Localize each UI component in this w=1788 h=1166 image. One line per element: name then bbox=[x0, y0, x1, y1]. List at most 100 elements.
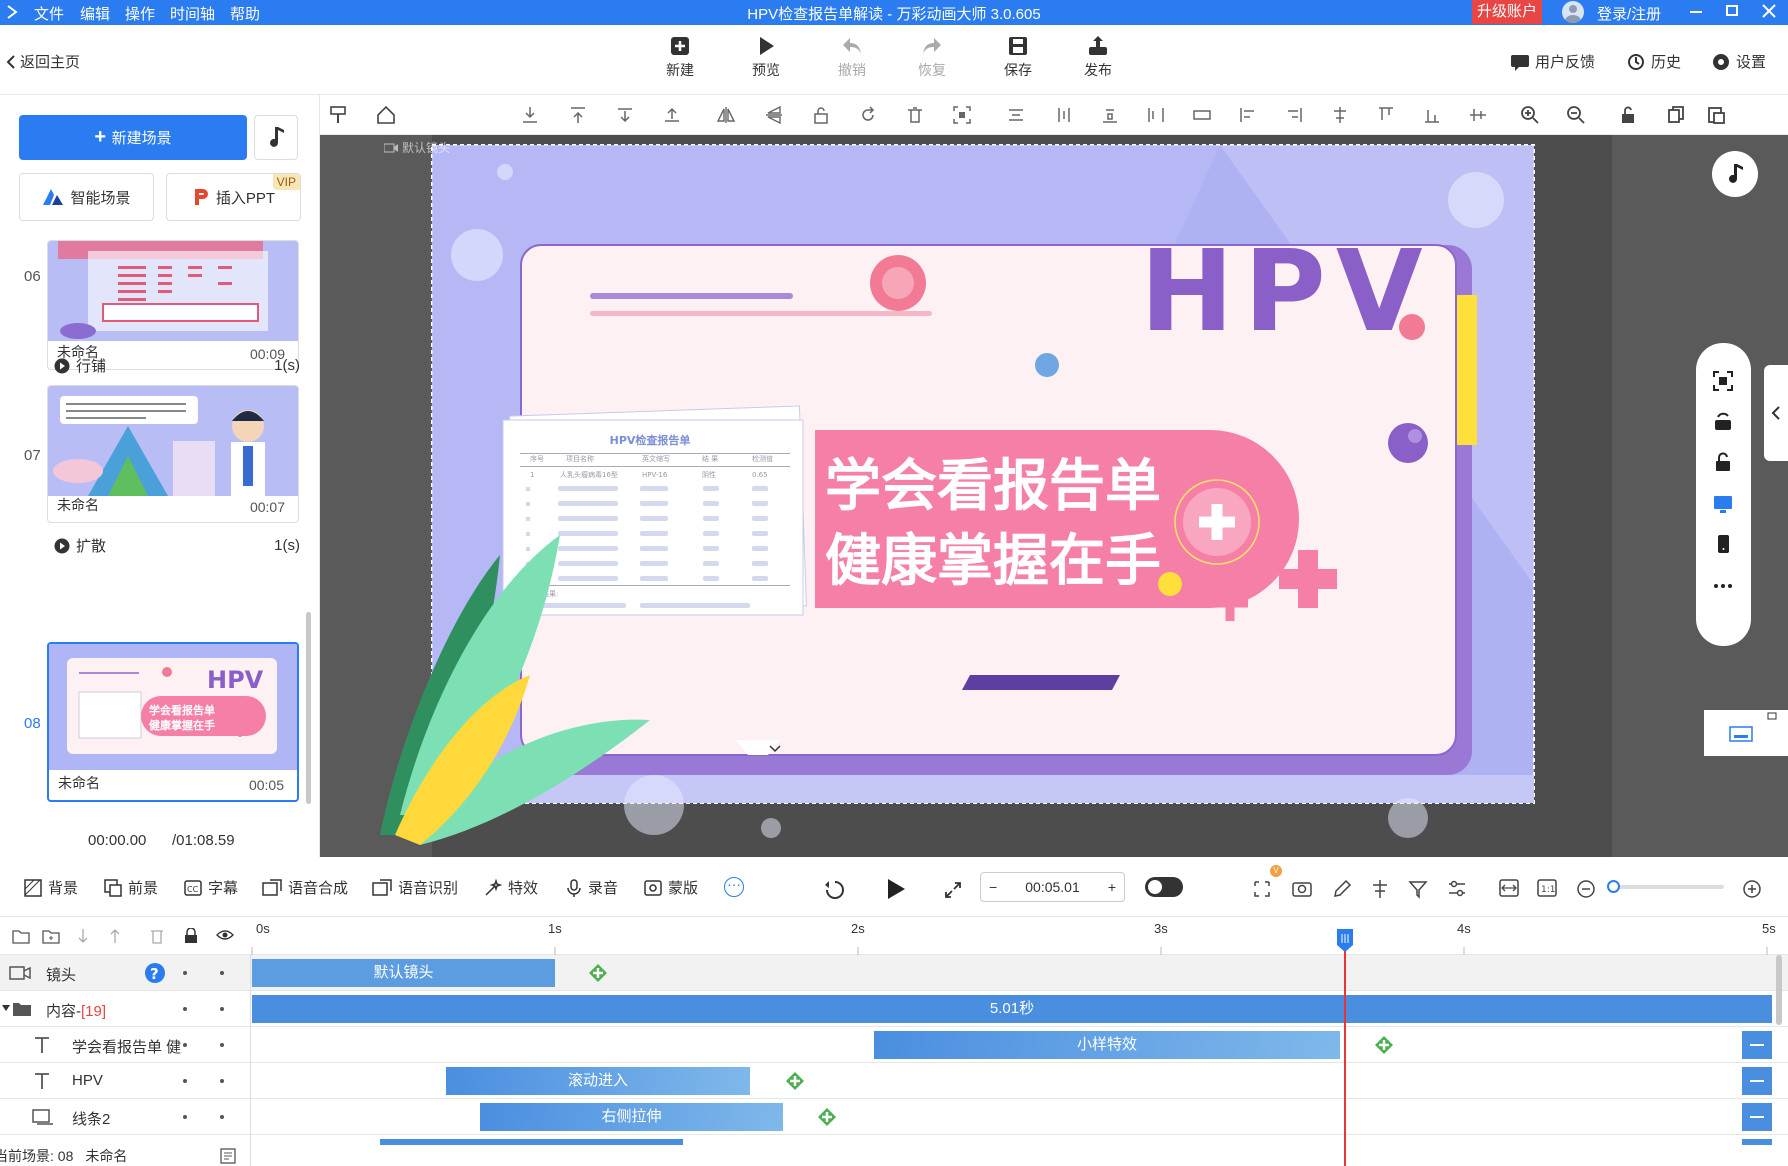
asr-button[interactable]: 语音识别 bbox=[372, 877, 458, 898]
actual-size-icon[interactable]: 1:1 bbox=[1537, 879, 1557, 897]
preview-button[interactable]: 预览 bbox=[736, 35, 796, 80]
track-lock-dot[interactable] bbox=[183, 1043, 187, 1047]
collapse-panel-tab[interactable] bbox=[1764, 365, 1788, 461]
foreground-button[interactable]: 前景 bbox=[104, 877, 158, 898]
distribute-vertical-icon[interactable] bbox=[1054, 105, 1074, 125]
partial-clip[interactable] bbox=[380, 1139, 683, 1145]
track-lock-dot[interactable] bbox=[183, 1079, 187, 1083]
add-keyframe-icon[interactable] bbox=[786, 1072, 804, 1090]
add-keyframe-icon[interactable] bbox=[589, 964, 607, 982]
upgrade-button[interactable]: 升级账户 bbox=[1472, 0, 1542, 24]
time-ruler[interactable]: 0s 1s 2s 3s 4s 5s bbox=[250, 917, 1788, 955]
adjust-icon[interactable] bbox=[1447, 879, 1467, 899]
hpv-title-text[interactable]: HPV bbox=[1140, 227, 1433, 357]
home-view-icon[interactable] bbox=[376, 105, 396, 125]
partial-clip-handle[interactable] bbox=[1742, 1139, 1772, 1145]
track-row-content[interactable]: 内容-[19] 5.01秒 bbox=[0, 991, 1788, 1027]
playhead-handle[interactable] bbox=[1335, 927, 1355, 953]
paste-icon[interactable] bbox=[1706, 105, 1726, 125]
new-folder-icon[interactable] bbox=[42, 928, 60, 944]
minimize-icon[interactable] bbox=[1690, 11, 1702, 13]
zoom-slider-knob[interactable] bbox=[1607, 880, 1620, 893]
visibility-eye-icon[interactable] bbox=[216, 929, 234, 941]
track-row-line2[interactable]: 线条2 右侧拉伸 bbox=[0, 1099, 1788, 1135]
rotate-icon[interactable] bbox=[858, 105, 878, 125]
crop-icon[interactable] bbox=[952, 105, 972, 125]
save-button[interactable]: 保存 bbox=[988, 35, 1048, 80]
align-top-icon[interactable] bbox=[568, 105, 588, 125]
track-row-camera[interactable]: 镜头 ? 默认镜头 bbox=[0, 955, 1788, 991]
close-icon[interactable] bbox=[1762, 4, 1776, 18]
new-button[interactable]: 新建 bbox=[650, 35, 710, 80]
zoom-out-circle-icon[interactable] bbox=[1576, 879, 1596, 899]
minimap-button[interactable] bbox=[1704, 710, 1788, 756]
clip-end-handle[interactable] bbox=[1742, 1103, 1772, 1131]
add-folder-icon[interactable] bbox=[12, 928, 30, 944]
align-bottom-edge-icon[interactable] bbox=[1100, 105, 1120, 125]
track-row-hpv[interactable]: HPV 滚动进入 bbox=[0, 1063, 1788, 1099]
record-button[interactable]: 录音 bbox=[566, 877, 618, 898]
history-link[interactable]: 历史 bbox=[1626, 51, 1681, 72]
redo-button[interactable]: 恢复 bbox=[902, 35, 962, 80]
flip-vertical-icon[interactable] bbox=[764, 105, 784, 125]
headline-line2[interactable]: 健康掌握在手 bbox=[825, 529, 1161, 594]
track-visible-dot[interactable] bbox=[220, 1079, 224, 1083]
tracks-scrollbar[interactable] bbox=[1776, 955, 1782, 1025]
align-top-edge-icon[interactable] bbox=[1376, 105, 1396, 125]
track-lock-dot[interactable] bbox=[183, 971, 187, 975]
lock-icon[interactable] bbox=[1712, 451, 1734, 473]
zoom-out-icon[interactable] bbox=[1566, 105, 1586, 125]
line2-effect-clip[interactable]: 右侧拉伸 bbox=[480, 1103, 783, 1131]
music-button[interactable] bbox=[254, 115, 298, 160]
avatar[interactable] bbox=[1562, 1, 1584, 23]
track-visible-dot[interactable] bbox=[220, 971, 224, 975]
loop-toggle[interactable] bbox=[1145, 877, 1183, 897]
mask-button[interactable]: 蒙版 bbox=[644, 877, 698, 898]
transition-item[interactable]: 扩散 1(s) bbox=[54, 535, 300, 556]
fit-screen-icon[interactable] bbox=[1712, 370, 1734, 392]
text1-effect-clip[interactable]: 小样特效 bbox=[874, 1031, 1340, 1059]
help-icon[interactable]: ? bbox=[144, 962, 166, 984]
track-visible-dot[interactable] bbox=[220, 1043, 224, 1047]
camera-clip[interactable]: 默认镜头 bbox=[252, 959, 555, 987]
more-icon[interactable] bbox=[1712, 575, 1734, 597]
align-center-icon[interactable] bbox=[662, 105, 682, 125]
music-float-button[interactable] bbox=[1712, 151, 1758, 197]
distribute-horizontal-icon[interactable] bbox=[1006, 105, 1026, 125]
track-lock-dot[interactable] bbox=[183, 1115, 187, 1119]
plus-icon[interactable]: + bbox=[1108, 879, 1116, 895]
hpv-effect-clip[interactable]: 滚动进入 bbox=[446, 1067, 750, 1095]
expand-arrow-icon[interactable] bbox=[2, 1005, 10, 1013]
transition-item[interactable]: 行铺 1(s) bbox=[54, 355, 300, 376]
publish-button[interactable]: 发布 bbox=[1068, 35, 1128, 80]
add-keyframe-icon[interactable] bbox=[818, 1108, 836, 1126]
move-up-icon[interactable] bbox=[108, 928, 122, 944]
feedback-link[interactable]: 用户反馈 bbox=[1510, 51, 1595, 72]
format-painter-icon[interactable] bbox=[329, 105, 349, 125]
maximize-icon[interactable] bbox=[1726, 5, 1738, 16]
align-middle-icon[interactable] bbox=[615, 105, 635, 125]
track-row-text1[interactable]: 学会看报告单 健 小样特效 bbox=[0, 1027, 1788, 1063]
track-visible-dot[interactable] bbox=[220, 1007, 224, 1011]
screen-icon[interactable] bbox=[1712, 493, 1734, 515]
subtitle-button[interactable]: CC 字幕 bbox=[184, 877, 238, 898]
time-input[interactable]: − 00:05.01 + bbox=[980, 872, 1125, 902]
delete-track-icon[interactable] bbox=[150, 928, 164, 944]
fit-width-icon[interactable] bbox=[1499, 879, 1519, 897]
more-tools-icon[interactable]: ··· bbox=[724, 877, 744, 897]
align-left-edge-icon[interactable] bbox=[1146, 105, 1166, 125]
align-hcenter-icon[interactable] bbox=[1330, 105, 1350, 125]
camera-snapshot-icon[interactable] bbox=[1292, 879, 1312, 897]
play-icon[interactable] bbox=[885, 877, 907, 901]
content-group-clip[interactable]: 5.01秒 bbox=[252, 995, 1772, 1023]
track-lock-dot[interactable] bbox=[183, 1007, 187, 1011]
stage-canvas[interactable]: HPV 学会看报告单 健康掌握在手 HPV检查报告单 序号 项目名称 英文缩写 … bbox=[320, 135, 1788, 857]
mobile-icon[interactable] bbox=[1712, 533, 1734, 555]
login-link[interactable]: 登录/注册 bbox=[1597, 3, 1661, 24]
align-left-icon[interactable] bbox=[1238, 105, 1258, 125]
settings-link[interactable]: 设置 bbox=[1711, 51, 1766, 72]
lock-icon[interactable] bbox=[811, 105, 831, 125]
undo-button[interactable]: 撤销 bbox=[822, 35, 882, 80]
same-width-icon[interactable] bbox=[1192, 105, 1212, 125]
zoom-in-circle-icon[interactable] bbox=[1742, 879, 1762, 899]
